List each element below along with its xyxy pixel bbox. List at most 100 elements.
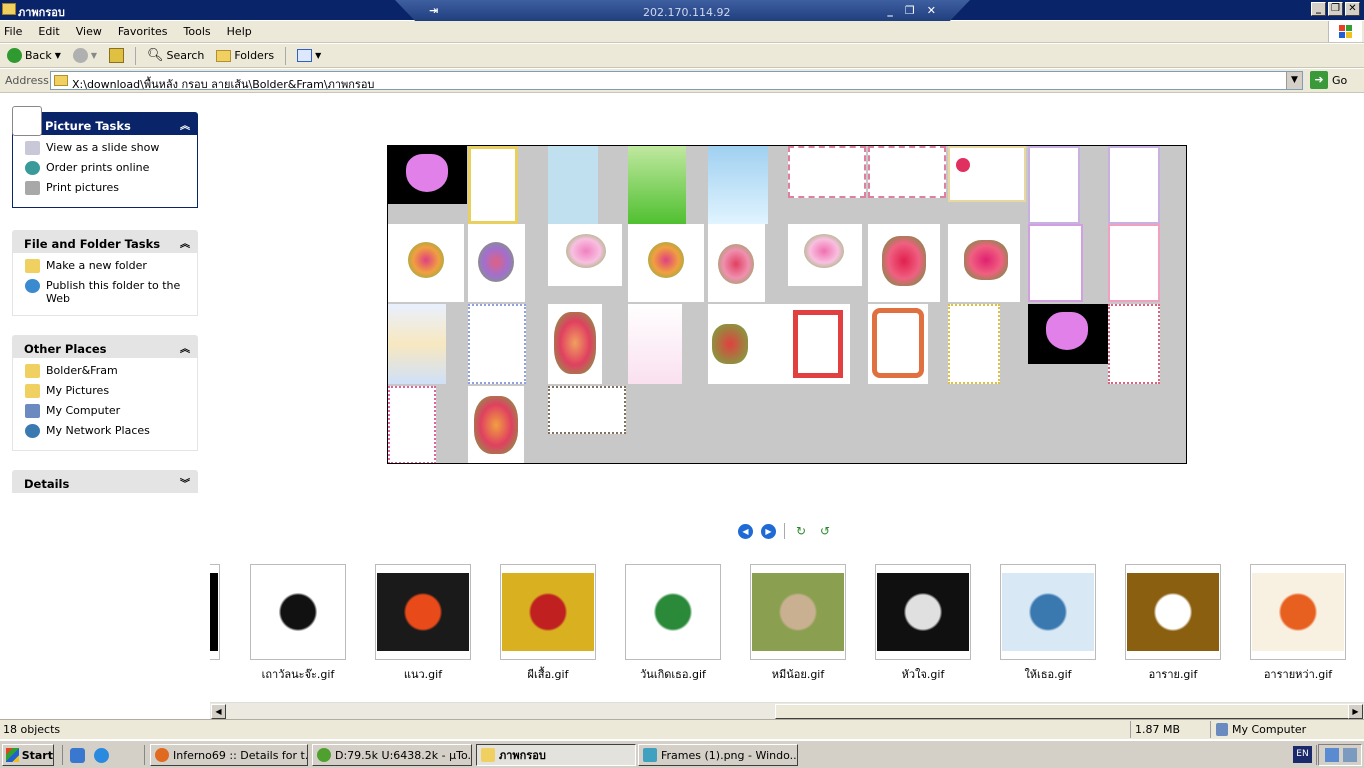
film-thumbnail[interactable] [500,564,596,660]
details-title: Details [24,477,70,491]
chevron-down-icon[interactable]: ▼ [55,51,61,60]
film-thumbnail-image [627,573,719,651]
rdp-minimize-icon[interactable]: _ [887,4,893,17]
language-indicator[interactable]: EN [1293,746,1312,763]
film-thumbnail[interactable] [750,564,846,660]
remote-desktop-icon[interactable] [1343,748,1357,762]
film-thumbnail[interactable] [875,564,971,660]
close-button[interactable]: ✕ [1345,2,1360,16]
folders-button[interactable]: Folders [213,46,277,66]
rotate-clockwise-button[interactable]: ↻ [793,524,809,538]
scroll-left-button[interactable]: ◀ [211,704,226,719]
place-label: Bolder&Fram [46,364,118,377]
film-thumbnail-label[interactable]: หัวใจ.gif [863,665,983,683]
place-label: My Network Places [46,424,150,437]
views-button[interactable]: ▼ [294,46,324,66]
film-thumbnail[interactable] [625,564,721,660]
collapse-icon[interactable]: ︽ [180,117,190,132]
task-utorrent[interactable]: D:79.5k U:6438.2k - µTo... [312,744,472,766]
film-thumbnail[interactable] [1125,564,1221,660]
search-button[interactable]: 🔍︎ Search [144,46,207,66]
make-folder-link[interactable]: Make a new folder [25,259,197,279]
filmstrip-controls: ◀ ▶ ↻ ↺ [738,523,833,539]
chevron-down-icon[interactable]: ▼ [91,51,97,60]
preview-tile [788,146,866,198]
place-bolder-fram[interactable]: Bolder&Fram [25,364,197,384]
menu-favorites[interactable]: Favorites [118,25,168,38]
film-thumbnail-label[interactable]: แนว.gif [363,665,483,683]
details-header[interactable]: Details ︾ [12,470,198,493]
film-thumbnail-label[interactable]: อารายหว่า.gif [1238,665,1358,683]
preview-tile [468,386,524,463]
film-thumbnail-partial[interactable] [210,564,220,660]
film-thumbnail[interactable] [375,564,471,660]
back-button[interactable]: Back ▼ [4,46,64,66]
place-my-computer[interactable]: My Computer [25,404,197,424]
show-desktop-icon[interactable] [70,748,85,763]
preview-tile [868,224,940,302]
collapse-icon[interactable]: ︽ [180,235,190,250]
go-label: Go [1332,73,1348,87]
previous-image-button[interactable]: ◀ [738,523,753,539]
status-bar: 18 objects 1.87 MB My Computer [0,719,1364,739]
chevron-down-icon[interactable]: ▼ [315,51,321,60]
go-button[interactable]: ➜ Go [1310,71,1347,89]
up-folder-button[interactable] [106,46,127,66]
other-places-panel: Other Places ︽ Bolder&Fram My Pictures M… [12,335,198,451]
rotate-counterclockwise-button[interactable]: ↺ [817,524,833,538]
film-thumbnail-label[interactable]: ให้เธอ.gif [988,665,1108,683]
restore-button[interactable]: ❐ [1328,2,1343,16]
film-thumbnail-label[interactable]: หมีน้อย.gif [738,665,858,683]
menu-file[interactable]: File [4,25,22,38]
task-explorer[interactable]: ภาพกรอบ [476,744,636,766]
film-thumbnail-label[interactable]: เถาวัลนะจ๊ะ.gif [238,665,358,683]
menu-tools[interactable]: Tools [184,25,211,38]
film-thumbnail-image [1252,573,1344,651]
menu-edit[interactable]: Edit [38,25,59,38]
next-image-button[interactable]: ▶ [761,523,776,539]
internet-explorer-icon[interactable] [94,748,109,763]
windows-logo-icon [1328,21,1362,42]
place-network[interactable]: My Network Places [25,424,197,444]
film-thumbnail-label[interactable]: วันเกิดเธอ.gif [613,665,733,683]
task-firefox[interactable]: Inferno69 :: Details for t... [150,744,308,766]
minimize-button[interactable]: _ [1311,2,1326,16]
network-icon[interactable] [1325,748,1339,762]
pin-icon[interactable]: ⇥ [429,4,438,17]
task-image-viewer[interactable]: Frames (1).png - Windo... [638,744,798,766]
order-prints-link[interactable]: Order prints online [25,161,197,181]
search-label: Search [166,49,205,62]
rdp-restore-icon[interactable]: ❐ [905,4,915,17]
address-input[interactable]: X:\download\พื้นหลัง กรอบ ลายเส้น\Bolder… [50,71,1303,93]
slideshow-link[interactable]: View as a slide show [25,141,197,161]
file-folder-tasks-header[interactable]: File and Folder Tasks ︽ [12,230,198,253]
preview-tile [628,304,682,384]
film-thumbnail-label[interactable]: ผีเสื้อ.gif [488,665,608,683]
address-path[interactable]: X:\download\พื้นหลัง กรอบ ลายเส้น\Bolder… [72,75,374,93]
film-thumbnail[interactable] [250,564,346,660]
print-pictures-link[interactable]: Print pictures [25,181,197,201]
collapse-icon[interactable]: ︽ [180,340,190,355]
place-my-pictures[interactable]: My Pictures [25,384,197,404]
film-thumbnail[interactable] [1000,564,1096,660]
address-dropdown-button[interactable]: ▼ [1286,72,1302,89]
slideshow-label: View as a slide show [46,141,160,154]
other-places-header[interactable]: Other Places ︽ [12,335,198,358]
menu-view[interactable]: View [76,25,102,38]
windows-logo-icon [6,748,19,762]
task-label: ภาพกรอบ [499,749,546,762]
expand-icon[interactable]: ︾ [180,475,190,490]
start-label: Start [21,748,53,762]
start-button[interactable]: Start [2,744,54,766]
scroll-thumb[interactable] [775,704,1349,719]
folder-icon [54,75,68,86]
order-prints-label: Order prints online [46,161,150,174]
forward-button[interactable]: ▼ [70,46,100,66]
horizontal-scrollbar[interactable]: ◀ ▶ [210,702,1364,719]
film-thumbnail-label[interactable]: อาราย.gif [1113,665,1233,683]
menu-help[interactable]: Help [227,25,252,38]
scroll-right-button[interactable]: ▶ [1348,704,1363,719]
publish-web-link[interactable]: Publish this folder to the Web [25,279,197,309]
rdp-close-icon[interactable]: ✕ [927,4,936,17]
film-thumbnail[interactable] [1250,564,1346,660]
